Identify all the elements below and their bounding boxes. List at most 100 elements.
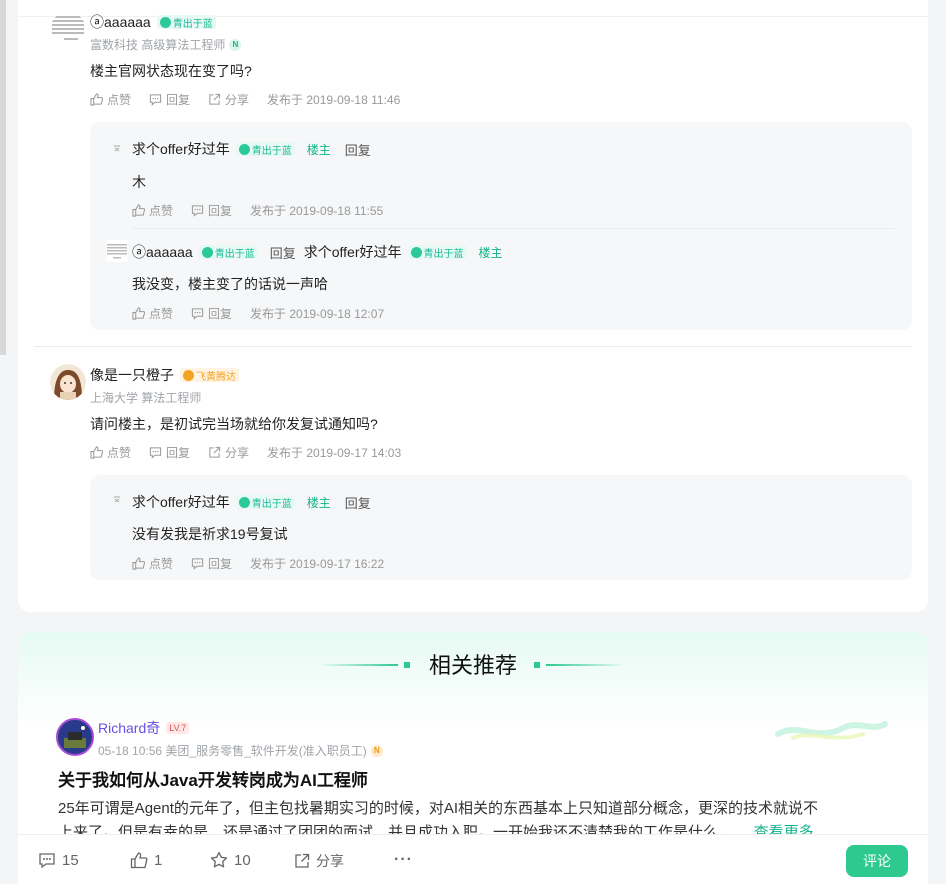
reply-actions: 点赞 回复 发布于 2019-09-17 16:22	[132, 555, 384, 572]
reply-link[interactable]: 回复	[345, 493, 371, 512]
post-date: 发布于 2019-09-17 14:03	[267, 446, 402, 460]
avatar[interactable]	[106, 240, 128, 267]
avatar[interactable]	[106, 489, 128, 516]
like-label: 点赞	[107, 93, 132, 107]
bottom-action-bar: 15 1 10 分享 ··· 评论	[18, 834, 928, 884]
badge-icon	[159, 16, 171, 28]
reply-button[interactable]: 回复	[191, 202, 232, 219]
star-icon	[210, 851, 228, 868]
like-button[interactable]: 点赞	[132, 305, 173, 322]
avatar[interactable]	[106, 138, 128, 165]
more-button[interactable]: ···	[394, 851, 413, 869]
divider	[132, 228, 894, 229]
thumbs-up-icon	[132, 307, 145, 320]
comment-count: 15	[62, 851, 79, 869]
thumbs-up-icon	[90, 446, 103, 459]
reply-text: 没有发我是祈求19号复试	[132, 526, 288, 542]
avatar[interactable]	[50, 364, 86, 405]
reply-author[interactable]: 求个offer好过年	[132, 139, 230, 159]
host-tag: 楼主	[306, 142, 331, 157]
badge-label: 飞黄腾达	[196, 371, 236, 383]
reply-label: 回复	[208, 204, 233, 218]
author-meta: 富数科技 高级算法工程师	[90, 38, 226, 52]
badge-label: 青出于蓝	[172, 18, 213, 30]
comment-icon	[39, 853, 55, 869]
comment-count-button[interactable]: 15	[38, 851, 79, 869]
post-title[interactable]: 关于我如何从Java开发转岗成为AI工程师	[58, 766, 368, 791]
like-button[interactable]: 点赞	[132, 202, 173, 219]
author-meta: 上海大学 算法工程师	[90, 391, 202, 405]
like-count: 1	[154, 851, 163, 869]
user-badge: 青出于蓝	[235, 142, 295, 157]
reply-label: 回复	[208, 557, 233, 571]
reply-label: 回复	[166, 93, 191, 107]
avatar-image-icon	[106, 240, 128, 262]
host-tag: 楼主	[478, 245, 503, 260]
avatar[interactable]	[50, 12, 86, 53]
user-badge: 青出于蓝	[156, 15, 216, 30]
badge-icon	[410, 246, 422, 258]
comment-author[interactable]: 像是一只橙子	[90, 365, 174, 385]
thumbs-up-icon	[132, 204, 145, 217]
comments-card: ⓐaaaaaa 青出于蓝 富数科技 高级算法工程师 N 楼主官网状态现在变了吗?…	[18, 0, 928, 612]
reply-actions: 点赞 回复 发布于 2019-09-18 12:07	[132, 305, 384, 322]
avatar-image-icon	[106, 138, 128, 160]
star-count-button[interactable]: 10	[210, 851, 251, 869]
share-label: 分享	[316, 853, 344, 869]
like-button[interactable]: 点赞	[90, 444, 131, 461]
reply-text: 我没变，楼主变了的话说一声哈	[132, 276, 328, 292]
post-meta: 05-18 10:56 美团_服务零售_软件开发(准入职员工)	[98, 744, 367, 758]
badge-icon	[238, 496, 250, 508]
share-button[interactable]: 分享	[208, 91, 249, 108]
n-badge-icon: N	[370, 744, 383, 757]
thumbs-up-icon	[132, 557, 145, 570]
user-badge: 青出于蓝	[407, 245, 467, 260]
like-button[interactable]: 点赞	[132, 555, 173, 572]
like-label: 点赞	[107, 446, 132, 460]
avatar[interactable]	[56, 718, 94, 761]
share-button[interactable]: 分享	[208, 444, 249, 461]
level-badge: LV.7	[166, 722, 190, 734]
reply-button[interactable]: 回复	[149, 444, 190, 461]
thumbs-up-icon	[130, 852, 148, 869]
like-button[interactable]: 点赞	[90, 91, 131, 108]
decor-sparkle-icon	[775, 721, 888, 740]
reply-thread: 求个offer好过年 青出于蓝 楼主 回复 木 点赞 回复 发布于 2019-0…	[90, 122, 912, 330]
thumbs-up-icon	[90, 93, 103, 106]
comment-text: 请问楼主，是初试完当场就给你发复试通知吗?	[90, 416, 378, 432]
reply-text: 木	[132, 174, 146, 190]
badge-label: 青出于蓝	[251, 498, 292, 510]
like-count-button[interactable]: 1	[130, 851, 162, 869]
post-date: 发布于 2019-09-18 12:07	[250, 307, 385, 321]
reply-target-user[interactable]: 求个offer好过年	[304, 242, 402, 262]
host-tag: 楼主	[306, 495, 331, 510]
comment-author[interactable]: ⓐaaaaaa	[90, 12, 151, 32]
post-author[interactable]: Richard奇	[98, 718, 160, 738]
reply-link[interactable]: 回复	[345, 140, 371, 159]
post-date: 发布于 2019-09-18 11:46	[267, 93, 401, 107]
comment-button[interactable]: 评论	[846, 845, 908, 877]
user-badge: 青出于蓝	[235, 495, 295, 510]
avatar-image-icon	[56, 718, 94, 756]
page-scroll-strip	[0, 0, 6, 355]
reply-thread: 求个offer好过年 青出于蓝 楼主 回复 没有发我是祈求19号复试 点赞 回复…	[90, 475, 912, 580]
comment-icon	[149, 94, 162, 106]
reply-button[interactable]: 回复	[149, 91, 190, 108]
post-excerpt: 25年可谓是Agent的元年了，但主包找暑期实习的时候，对AI相关的东西基本上只…	[58, 800, 819, 817]
reply-button[interactable]: 回复	[191, 555, 232, 572]
reply-label: 回复	[166, 446, 191, 460]
reply-button[interactable]: 回复	[191, 305, 232, 322]
divider	[34, 346, 912, 347]
reply-actions: 点赞 回复 发布于 2019-09-18 11:55	[132, 202, 383, 219]
recommend-title: 相关推荐	[428, 653, 517, 678]
star-count: 10	[234, 851, 251, 869]
comment-actions: 点赞 回复 分享 发布于 2019-09-17 14:03	[90, 444, 401, 461]
badge-label: 青出于蓝	[214, 248, 255, 260]
avatar-image-icon	[50, 12, 86, 48]
reply-author[interactable]: ⓐaaaaaa	[132, 242, 193, 262]
like-label: 点赞	[149, 557, 174, 571]
reply-link[interactable]: 回复	[270, 243, 296, 262]
like-label: 点赞	[149, 307, 174, 321]
reply-author[interactable]: 求个offer好过年	[132, 492, 230, 512]
share-button[interactable]: 分享	[294, 851, 344, 871]
